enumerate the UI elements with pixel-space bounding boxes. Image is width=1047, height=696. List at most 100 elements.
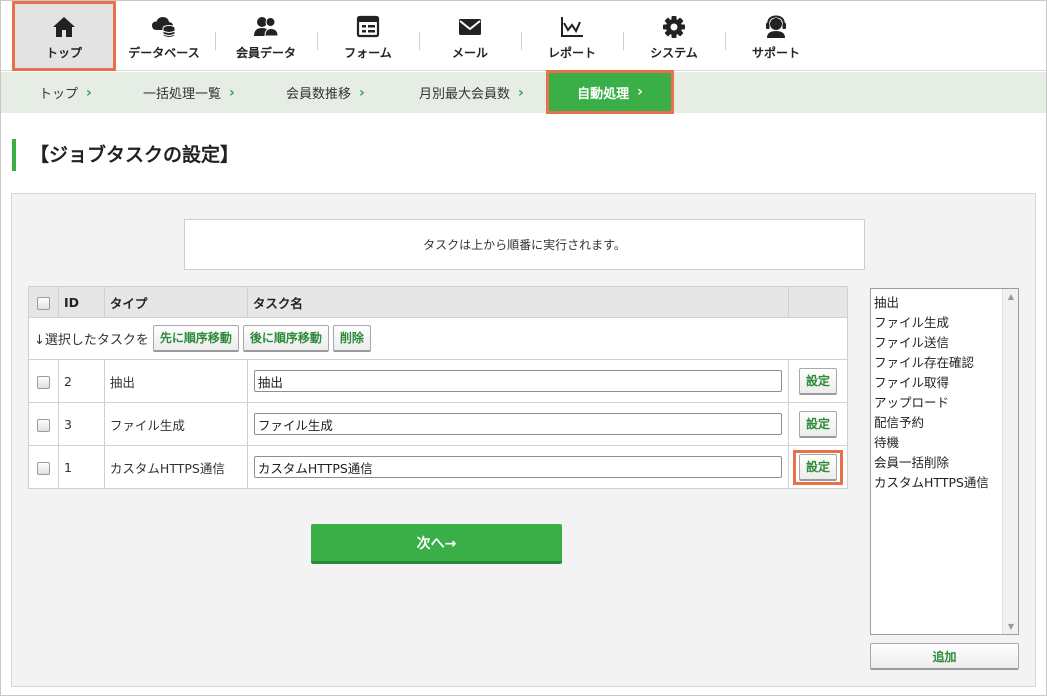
- settings-cell: 設定: [787, 402, 849, 446]
- nav-top[interactable]: トップ: [12, 1, 116, 71]
- nav-form[interactable]: フォーム: [317, 1, 419, 71]
- listbox-scrollbar[interactable]: ▲ ▼: [1002, 289, 1018, 634]
- move-down-button[interactable]: 後に順序移動: [242, 325, 329, 352]
- breadcrumb-item-member-trend[interactable]: 会員数推移 ›: [286, 72, 365, 113]
- nav-label: データベース: [128, 45, 200, 60]
- task-name-cell: [246, 402, 789, 446]
- select-all-cell: [28, 286, 59, 318]
- task-type-option[interactable]: 会員一括削除: [874, 453, 1015, 473]
- mail-icon: [459, 18, 481, 35]
- table-row: 1 カスタムHTTPS通信 設定: [28, 445, 849, 489]
- column-header-actions: [787, 286, 849, 318]
- task-name-input[interactable]: [253, 370, 782, 392]
- task-type-options: 抽出 ファイル生成 ファイル送信 ファイル存在確認 ファイル取得 アップロード …: [871, 289, 1018, 497]
- bulk-action-row: ↓選択したタスクを 先に順序移動 後に順序移動 削除: [28, 317, 848, 360]
- row-checkbox[interactable]: [36, 375, 50, 389]
- task-type-option[interactable]: ファイル送信: [874, 333, 1015, 353]
- nav-label: フォーム: [344, 45, 392, 60]
- task-name-cell: [246, 445, 789, 489]
- nav-label: 会員データ: [235, 45, 296, 60]
- scroll-down-arrow-icon[interactable]: ▼: [1003, 622, 1019, 631]
- settings-button[interactable]: 設定: [798, 410, 837, 438]
- row-checkbox[interactable]: [36, 418, 50, 432]
- table-row: 3 ファイル生成 設定: [28, 402, 849, 446]
- task-type-option[interactable]: 待機: [874, 433, 1015, 453]
- breadcrumb-label: 自動処理: [577, 86, 630, 102]
- breadcrumb-label: 月別最大会員数: [419, 87, 511, 102]
- breadcrumb-label: 一括処理一覧: [143, 87, 222, 102]
- breadcrumb-label: 会員数推移: [286, 87, 352, 102]
- bulk-action-lead: ↓選択したタスクを: [34, 333, 149, 348]
- chevron-right-icon: ›: [637, 84, 643, 100]
- task-type-option[interactable]: ファイル取得: [874, 373, 1015, 393]
- move-up-button[interactable]: 先に順序移動: [152, 325, 239, 352]
- nav-label: サポート: [751, 45, 800, 60]
- gear-icon: [663, 15, 685, 38]
- delete-button[interactable]: 削除: [332, 325, 371, 352]
- task-id: 3: [57, 402, 105, 446]
- table-row: 2 抽出 設定: [28, 359, 849, 403]
- highlight-frame: 設定: [792, 449, 843, 485]
- execution-order-notice: タスクは上から順番に実行されます。: [184, 219, 865, 270]
- add-button[interactable]: 追加: [870, 643, 1019, 670]
- settings-cell: 設定: [787, 445, 849, 489]
- task-type-option[interactable]: ファイル存在確認: [874, 353, 1015, 373]
- task-type-option[interactable]: 配信予約: [874, 413, 1015, 433]
- task-type-listbox[interactable]: 抽出 ファイル生成 ファイル送信 ファイル存在確認 ファイル取得 アップロード …: [870, 288, 1019, 635]
- nav-label: トップ: [45, 45, 82, 60]
- breadcrumb: トップ › 一括処理一覧 › 会員数推移 › 月別最大会員数 › 自動処理 ›: [1, 70, 1046, 114]
- task-name-input[interactable]: [253, 456, 782, 478]
- row-select-cell: [28, 445, 59, 489]
- breadcrumb-item-batch-list[interactable]: 一括処理一覧 ›: [143, 72, 235, 113]
- settings-button[interactable]: 設定: [798, 367, 837, 395]
- nav-mail[interactable]: メール: [419, 1, 521, 71]
- breadcrumb-label: トップ: [39, 87, 79, 102]
- task-id: 1: [57, 445, 105, 489]
- job-task-panel: タスクは上から順番に実行されます。 ID タイプ タスク名 ↓選択したタスクを …: [11, 193, 1036, 687]
- database-cloud-icon: [152, 16, 176, 38]
- column-header-name: タスク名: [246, 286, 789, 318]
- page-title: 【ジョブタスクの設定】: [12, 139, 239, 171]
- form-icon: [356, 15, 380, 37]
- task-type-option[interactable]: ファイル生成: [874, 313, 1015, 333]
- select-all-checkbox[interactable]: [36, 296, 50, 310]
- scroll-up-arrow-icon[interactable]: ▲: [1003, 292, 1019, 301]
- task-type-option[interactable]: アップロード: [874, 393, 1015, 413]
- nav-database[interactable]: データベース: [113, 1, 215, 71]
- row-checkbox[interactable]: [36, 461, 50, 475]
- task-table: ID タイプ タスク名 ↓選択したタスクを 先に順序移動 後に順序移動 削除 2…: [28, 286, 849, 489]
- column-header-id: ID: [57, 286, 105, 318]
- task-type: 抽出: [103, 359, 248, 403]
- support-headset-icon: [766, 14, 786, 38]
- breadcrumb-item-monthly-max[interactable]: 月別最大会員数 ›: [419, 72, 524, 113]
- column-header-type: タイプ: [103, 286, 248, 318]
- top-navigation: トップ データベース 会員データ フォーム メール レポート システム サポート: [1, 1, 1046, 71]
- row-select-cell: [28, 359, 59, 403]
- report-chart-icon: [561, 16, 583, 37]
- home-icon: [53, 16, 75, 37]
- chevron-right-icon: ›: [518, 84, 524, 101]
- row-select-cell: [28, 402, 59, 446]
- breadcrumb-item-current[interactable]: 自動処理 ›: [546, 70, 674, 114]
- nav-label: レポート: [547, 45, 596, 60]
- bulk-action-cell: ↓選択したタスクを 先に順序移動 後に順序移動 削除: [28, 317, 848, 360]
- table-header-row: ID タイプ タスク名: [28, 286, 849, 318]
- task-id: 2: [57, 359, 105, 403]
- nav-report[interactable]: レポート: [521, 1, 623, 71]
- notice-text: タスクは上から順番に実行されます。: [423, 238, 626, 252]
- nav-members[interactable]: 会員データ: [215, 1, 317, 71]
- settings-cell: 設定: [787, 359, 849, 403]
- chevron-right-icon: ›: [359, 84, 365, 101]
- nav-system[interactable]: システム: [623, 1, 725, 71]
- task-type: カスタムHTTPS通信: [103, 445, 248, 489]
- settings-button[interactable]: 設定: [798, 453, 837, 481]
- task-type-option[interactable]: 抽出: [874, 293, 1015, 313]
- next-button[interactable]: 次へ→: [311, 524, 562, 564]
- task-name-input[interactable]: [253, 413, 782, 435]
- nav-support[interactable]: サポート: [725, 1, 827, 71]
- task-name-cell: [246, 359, 789, 403]
- breadcrumb-item-top[interactable]: トップ ›: [39, 72, 92, 113]
- chevron-right-icon: ›: [229, 84, 235, 101]
- members-icon: [254, 16, 279, 36]
- task-type-option[interactable]: カスタムHTTPS通信: [874, 473, 1015, 493]
